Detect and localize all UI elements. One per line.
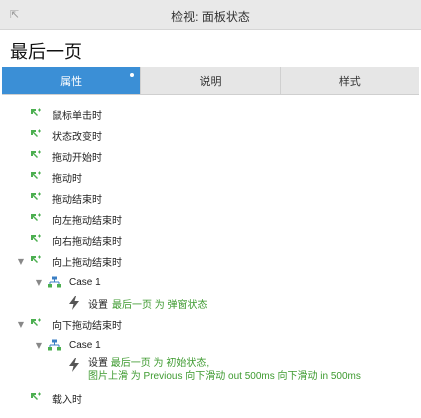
inspector-tabs: 属性 说明 样式 (2, 67, 419, 95)
event-row-state-change[interactable]: 状态改变时 (30, 125, 102, 145)
action-line-1: 设置 最后一页 为 初始状态, (88, 357, 361, 370)
tab-properties[interactable]: 属性 (2, 67, 142, 94)
cursor-event-icon (31, 171, 41, 179)
event-row-drag-start[interactable]: 拖动开始时 (30, 146, 102, 166)
cursor-event-icon (31, 318, 41, 326)
case-row-down[interactable]: ▼ Case 1 (34, 335, 101, 355)
action-detail: 最后一页 为 弹窗状态 (112, 299, 208, 311)
event-row-click[interactable]: 鼠标单击时 (30, 104, 102, 124)
event-row-swipe-up[interactable]: ▼ 向上拖动结束时 (16, 251, 122, 271)
panel-title: 检视: 面板状态 (171, 10, 250, 24)
event-row-swipe-down[interactable]: ▼ 向下拖动结束时 (16, 314, 122, 334)
action-row-up[interactable]: 设置 最后一页 为 弹窗状态 (68, 293, 208, 313)
event-row-load[interactable]: 载入时 (30, 388, 82, 408)
event-row-swipe-left[interactable]: 向左拖动结束时 (30, 209, 122, 229)
lightning-bolt-icon (69, 296, 79, 310)
triangle-down-icon[interactable]: ▼ (16, 257, 26, 266)
tab-style-label: 样式 (338, 75, 361, 88)
triangle-down-icon[interactable]: ▼ (34, 278, 44, 287)
event-label: 拖动时 (52, 173, 82, 185)
event-label: 向下拖动结束时 (52, 320, 122, 332)
event-label: 向右拖动结束时 (52, 236, 122, 248)
cursor-event-icon (31, 192, 41, 200)
event-label: 拖动开始时 (52, 152, 102, 164)
event-label: 载入时 (52, 394, 82, 406)
tab-properties-label: 属性 (60, 75, 83, 88)
event-label: 拖动结束时 (52, 194, 102, 206)
case-label: Case 1 (69, 339, 101, 351)
triangle-down-icon[interactable]: ▼ (34, 341, 44, 350)
tab-style[interactable]: 样式 (281, 67, 419, 94)
cursor-event-icon (31, 392, 41, 400)
action-row-down[interactable]: 设置 最后一页 为 初始状态, 图片上滑 为 Previous 向下滑动 out… (68, 357, 361, 387)
event-row-drag[interactable]: 拖动时 (30, 167, 82, 187)
event-row-swipe-right[interactable]: 向右拖动结束时 (30, 230, 122, 250)
action-detail: 最后一页 为 初始状态, (110, 358, 210, 369)
cursor-event-icon (31, 150, 41, 158)
event-row-drag-end[interactable]: 拖动结束时 (30, 188, 102, 208)
action-verb: 设置 (88, 358, 108, 369)
case-label: Case 1 (69, 276, 101, 288)
case-flow-icon (48, 339, 61, 351)
event-label: 向左拖动结束时 (52, 215, 122, 227)
cursor-event-icon (31, 234, 41, 242)
tab-notes-label: 说明 (199, 75, 222, 88)
triangle-down-icon[interactable]: ▼ (16, 320, 26, 329)
event-label: 向上拖动结束时 (52, 257, 122, 269)
state-name[interactable]: 最后一页 (10, 38, 82, 64)
action-verb: 设置 (88, 299, 108, 311)
case-flow-icon (48, 276, 61, 288)
case-row-up[interactable]: ▼ Case 1 (34, 272, 101, 292)
event-label: 状态改变时 (52, 131, 102, 143)
tab-indicator-dot (130, 73, 135, 77)
action-detail-block: 设置 最后一页 为 初始状态, 图片上滑 为 Previous 向下滑动 out… (88, 357, 361, 383)
event-label: 鼠标单击时 (52, 110, 102, 122)
title-bar: ⇱ 检视: 面板状态 (0, 0, 421, 30)
lightning-bolt-icon (69, 358, 79, 372)
cursor-event-icon (31, 255, 41, 263)
action-line-2: 图片上滑 为 Previous 向下滑动 out 500ms 向下滑动 in 5… (88, 371, 361, 382)
cursor-event-icon (31, 108, 41, 116)
cursor-event-icon (31, 129, 41, 137)
cursor-event-icon (31, 213, 41, 221)
tab-notes[interactable]: 说明 (141, 67, 281, 94)
